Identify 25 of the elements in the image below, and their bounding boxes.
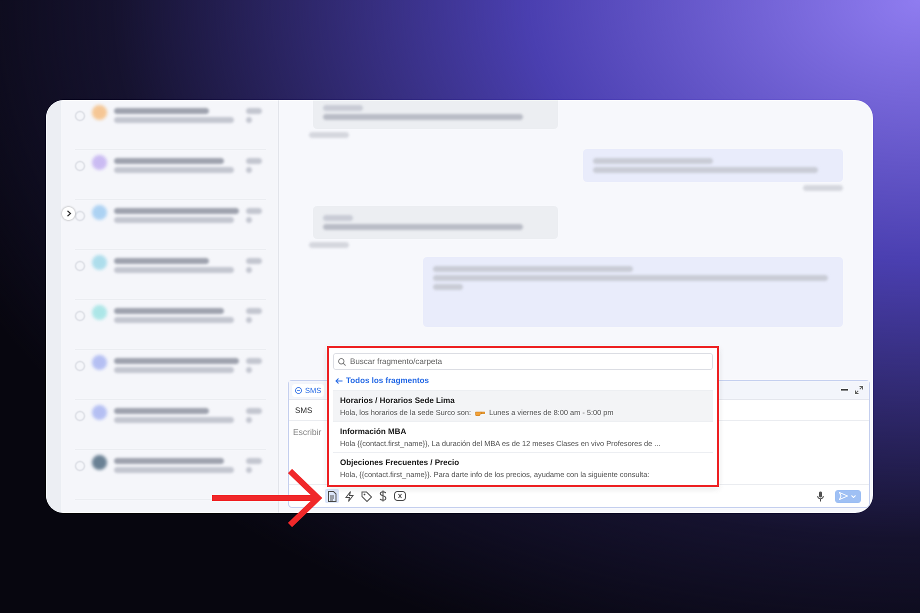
snippet-tool-button[interactable] [325,489,339,503]
lightning-icon [344,490,354,502]
snippet-title: Objeciones Frecuentes / Precio [340,458,460,467]
channel-select[interactable]: SMS [295,406,312,414]
tag-tool-button[interactable] [359,489,373,503]
document-icon [327,490,337,502]
minimize-icon[interactable] [841,389,848,391]
expand-chevron-button[interactable] [62,207,75,220]
tag-icon [360,490,372,502]
snippet-title: Horarios / Horarios Sede Lima [340,396,456,405]
dollar-icon [379,490,387,502]
bolt-tool-button[interactable] [342,489,356,503]
clear-tool-button[interactable] [393,489,407,503]
pointing-hand-icon [475,408,486,416]
arrow-left-icon [335,378,343,384]
paper-plane-icon [839,492,848,500]
expand-icon[interactable] [855,386,863,394]
chevron-right-icon [66,210,72,217]
microphone-icon[interactable] [817,490,824,502]
snippet-title: Información MBA [340,427,408,436]
caret-icon [851,494,856,498]
chat-bubble-icon [295,386,302,394]
back-link[interactable]: Todos los fragmentos [335,376,429,385]
search-field[interactable]: Buscar fragmento/carpeta [333,353,713,370]
clear-icon [394,491,406,501]
